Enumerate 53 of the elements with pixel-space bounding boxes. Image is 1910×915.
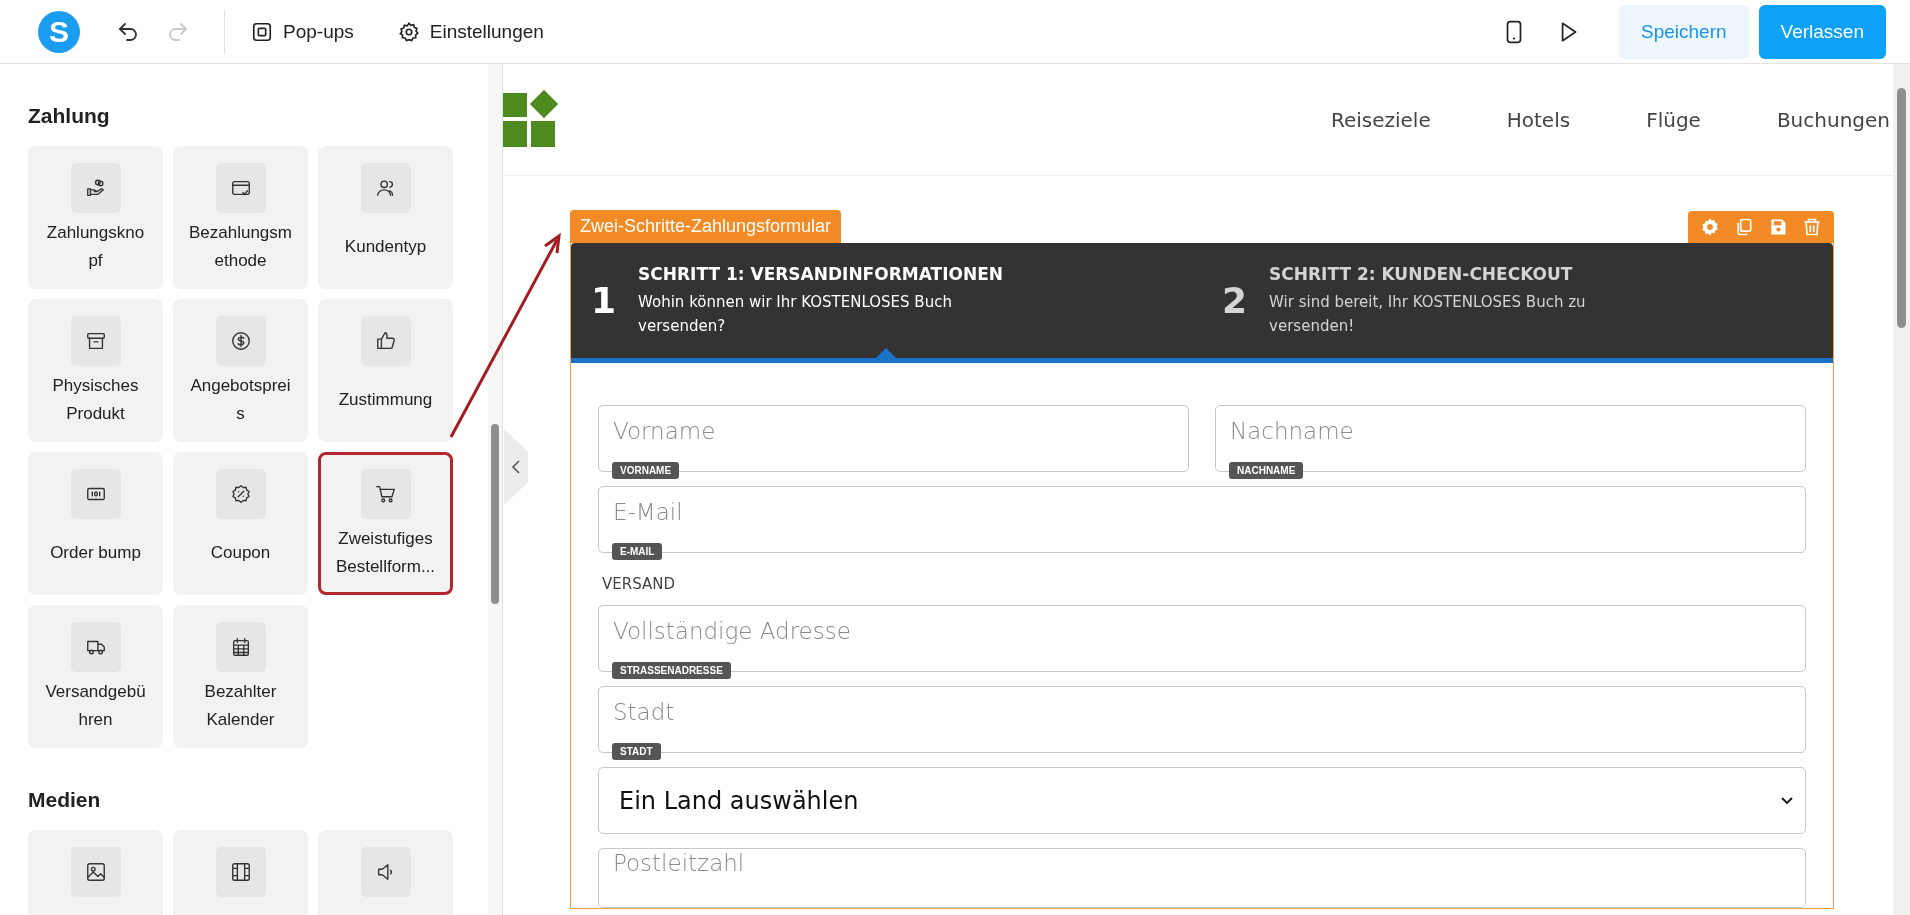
popups-button[interactable]: Pop-ups <box>251 20 354 43</box>
element-card[interactable]: Order bump <box>28 452 163 595</box>
element-card[interactable]: Zahlungsknopf <box>28 146 163 289</box>
element-icon <box>70 469 121 519</box>
popup-icon <box>251 20 273 43</box>
save-icon[interactable] <box>1768 217 1788 237</box>
section-heading: Medien <box>28 788 102 812</box>
element-icon <box>70 163 121 213</box>
element-icon <box>215 316 266 366</box>
element-icon <box>360 847 411 897</box>
element-icon <box>360 163 411 213</box>
field-tag: STADT <box>612 743 661 760</box>
nav-link[interactable]: Reiseziele <box>1330 107 1431 132</box>
element-card[interactable]: Versandgebühren <box>28 605 163 748</box>
element-icon <box>215 847 266 897</box>
element-card[interactable]: Coupon <box>173 452 308 595</box>
element-icon <box>70 622 121 672</box>
element-card[interactable]: Physisches Produkt <box>28 299 163 442</box>
trash-icon[interactable] <box>1802 217 1822 237</box>
element-icon <box>70 316 121 366</box>
element-card[interactable]: Angebotspreis <box>173 299 308 442</box>
nav-link[interactable]: Flüge <box>1646 107 1701 132</box>
input-field[interactable]: Postleitzahl <box>598 848 1806 908</box>
section-label: VERSAND <box>602 575 676 593</box>
settings-button[interactable]: Einstellungen <box>397 20 544 43</box>
element-card[interactable]: Kundentyp <box>318 146 453 289</box>
scrollbar[interactable] <box>488 64 502 915</box>
country-select[interactable]: Ein Land auswählen <box>598 767 1806 834</box>
copy-icon[interactable] <box>1734 217 1754 237</box>
element-icon <box>215 622 266 672</box>
element-card[interactable]: Zustimmung <box>318 299 453 442</box>
element-icon <box>215 163 266 213</box>
chevron-down-icon <box>1781 796 1793 805</box>
nav-link[interactable]: Hotels <box>1506 107 1571 132</box>
element-icon <box>360 316 411 366</box>
field-tag: VORNAME <box>612 462 680 479</box>
step-tab[interactable]: 2 SCHRITT 2: KUNDEN-CHECKOUT Wir sind bereit, Ihr KOSTENLOSES Buch zu versenden! <box>1202 243 1833 358</box>
field-tag: E-MAIL <box>612 543 663 560</box>
element-card[interactable]: Bezahlter Kalender <box>173 605 308 748</box>
field-tag: NACHNAME <box>1229 462 1304 479</box>
scrollbar[interactable] <box>1893 64 1910 915</box>
section-heading: Zahlung <box>28 104 111 128</box>
site-logo[interactable] <box>503 89 559 150</box>
element-card[interactable]: Zweistufiges Bestellform... <box>318 452 453 595</box>
step-tab[interactable]: 1 SCHRITT 1: VERSANDINFORMATIONEN Wohin können wir Ihr KOSTENLOSES Buch versenden? <box>571 243 1202 358</box>
settings-icon[interactable] <box>1700 217 1720 237</box>
element-icon <box>360 469 411 519</box>
nav-link[interactable]: Buchungen <box>1776 107 1890 132</box>
element-icon <box>215 469 266 519</box>
element-card[interactable]: Bezahlungsmethode <box>173 146 308 289</box>
settings-icon <box>397 20 420 43</box>
element-icon <box>70 847 121 897</box>
field-tag: STRASSENADRESSE <box>612 662 731 679</box>
